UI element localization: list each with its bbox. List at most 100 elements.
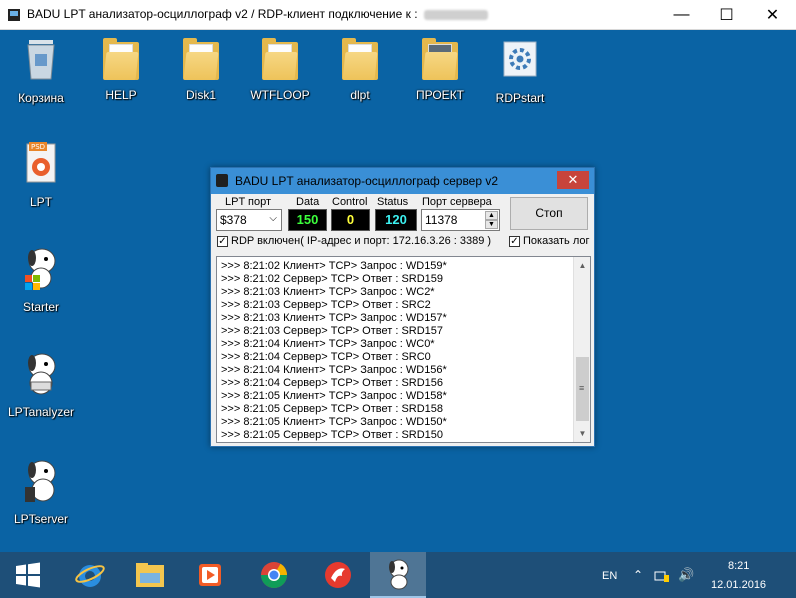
stop-button[interactable]: Стоп xyxy=(510,197,588,230)
app-title: BADU LPT анализатор-осциллограф сервер v… xyxy=(235,174,499,188)
desktop-icon-label: Disk1 xyxy=(185,88,216,102)
recycle-bin-icon xyxy=(27,40,55,80)
svg-text:PSD: PSD xyxy=(31,143,45,151)
desktop-icon-lptserver[interactable]: LPTserver xyxy=(4,457,78,526)
show-hidden-icons-chevron-up-icon[interactable]: ⌃ xyxy=(633,568,643,582)
rdp-window-titlebar: BADU LPT анализатор-осциллограф v2 / RDP… xyxy=(0,0,796,30)
desktop-icon-rdpstart[interactable]: RDPstart xyxy=(483,36,557,105)
dog-mascot-icon xyxy=(28,353,56,395)
taskbar-media[interactable] xyxy=(182,552,238,598)
log-line: >>> 8:21:04 Сервер> TCP> Ответ : SRD156 xyxy=(221,377,444,389)
language-indicator[interactable]: EN xyxy=(602,570,617,582)
folder-icon xyxy=(338,36,382,82)
desktop-icon-label: HELP xyxy=(105,88,137,102)
scroll-down-arrow-icon[interactable]: ▼ xyxy=(574,425,590,442)
log-line: >>> 8:21:04 Клиент> TCP> Запрос : WD156* xyxy=(221,364,447,376)
show-log-label: Показать лог xyxy=(523,235,590,247)
app-titlebar[interactable]: BADU LPT анализатор-осциллограф сервер v… xyxy=(211,168,594,194)
desktop-icon-label: dlpt xyxy=(350,88,370,102)
close-button[interactable]: ✕ xyxy=(750,0,795,29)
server-port-value: 11378 xyxy=(425,213,458,227)
desktop-icon-starter[interactable]: Starter xyxy=(4,245,78,314)
checkbox-checked-icon: ✓ xyxy=(509,235,520,247)
maximize-button[interactable]: ☐ xyxy=(704,0,749,29)
folder-icon xyxy=(418,36,462,82)
log-line: >>> 8:21:05 Сервер> TCP> Ответ : SRD158 xyxy=(221,403,444,415)
log-scrollbar[interactable]: ▲ ≡ ▼ xyxy=(573,257,590,442)
log-line: >>> 8:21:03 Сервер> TCP> Ответ : SRC2 xyxy=(221,299,431,311)
taskbar-ie[interactable] xyxy=(62,552,118,598)
minimize-button[interactable]: — xyxy=(659,0,704,29)
grip-icon: ≡ xyxy=(579,383,585,393)
control-display: 0 xyxy=(331,209,370,231)
volume-icon[interactable]: 🔊 xyxy=(678,567,694,583)
show-log-checkbox[interactable]: ✓ Показать лог xyxy=(509,235,590,247)
folder-icon xyxy=(179,36,223,82)
terminal-app-icon xyxy=(8,9,20,21)
log-line: >>> 8:21:05 Клиент> TCP> Запрос : WD158* xyxy=(221,390,447,402)
scroll-up-arrow-icon[interactable]: ▲ xyxy=(574,257,590,274)
log-listbox[interactable]: >>> 8:21:02 Клиент> TCP> Запрос : WD159*… xyxy=(216,256,591,443)
desktop-icon-label: LPT xyxy=(29,195,52,209)
folder-icon xyxy=(99,36,143,82)
desktop-icon-label: LPTserver xyxy=(13,512,69,526)
taskbar-redbird[interactable] xyxy=(310,552,366,598)
desktop-icon-lpt[interactable]: PSD LPT xyxy=(4,140,78,209)
windows-logo-icon xyxy=(16,562,40,588)
taskbar-explorer[interactable] xyxy=(122,552,178,598)
redbird-app-icon xyxy=(325,562,351,588)
log-lines: >>> 8:21:02 Клиент> TCP> Запрос : WD159*… xyxy=(221,260,447,442)
log-line: >>> 8:21:02 Сервер> TCP> Ответ : SRD159 xyxy=(221,273,444,285)
remote-desktop: Корзина HELP Disk1 WTFLOOP dlpt ПРОЕКТ R… xyxy=(0,30,796,552)
desktop-icon-recycle-bin[interactable]: Корзина xyxy=(4,36,78,105)
desktop-icon-wtfloop[interactable]: WTFLOOP xyxy=(243,36,317,102)
file-explorer-icon xyxy=(136,563,164,587)
data-display: 150 xyxy=(288,209,327,231)
app-icon xyxy=(216,174,228,187)
clock-time[interactable]: 8:21 xyxy=(728,560,749,572)
chrome-icon xyxy=(260,562,288,589)
desktop-icon-label: Starter xyxy=(22,300,59,314)
chevron-down-icon: ⌵ xyxy=(269,213,277,224)
window-title: BADU LPT анализатор-осциллограф v2 / RDP… xyxy=(27,7,488,21)
app-close-button[interactable]: ✕ xyxy=(557,171,589,189)
desktop-icon-disk1[interactable]: Disk1 xyxy=(164,36,238,102)
rdp-enabled-checkbox[interactable]: ✓ RDP включен( IP-адрес и порт: 172.16.3… xyxy=(217,235,491,247)
taskbar-chrome[interactable] xyxy=(246,552,302,598)
clock-date[interactable]: 12.01.2016 xyxy=(711,579,766,591)
desktop-icon-label: LPTanalyzer xyxy=(7,405,75,419)
server-port-stepper[interactable]: 11378 ▲ ▼ xyxy=(421,209,500,231)
stepper-down-button[interactable]: ▼ xyxy=(485,220,498,229)
desktop-icon-dlpt[interactable]: dlpt xyxy=(323,36,397,102)
scrollbar-thumb[interactable]: ≡ xyxy=(576,357,589,421)
lpt-port-label: LPT порт xyxy=(225,196,272,208)
status-label: Status xyxy=(377,196,409,208)
dog-mascot-icon xyxy=(25,248,56,290)
stepper-up-button[interactable]: ▲ xyxy=(485,211,498,220)
lpt-port-value: $378 xyxy=(220,213,247,227)
log-line: >>> 8:21:04 Клиент> TCP> Запрос : WC0* xyxy=(221,338,435,350)
log-line: >>> 8:21:04 Сервер> TCP> Ответ : SRC0 xyxy=(221,351,431,363)
lpt-server-window: BADU LPT анализатор-осциллограф сервер v… xyxy=(210,167,595,447)
taskbar-lptserver[interactable] xyxy=(370,552,426,598)
desktop-icon-lptanalyzer[interactable]: LPTanalyzer xyxy=(4,350,78,419)
log-line: >>> 8:21:05 Сервер> TCP> Ответ : SRD150 xyxy=(221,429,444,441)
internet-explorer-icon xyxy=(75,565,105,587)
data-label: Data xyxy=(296,196,320,208)
rdp-enabled-label: RDP включен( IP-адрес и порт: 172.16.3.2… xyxy=(231,235,492,247)
lpt-port-select[interactable]: $378 ⌵ xyxy=(216,209,282,231)
desktop-icon-label: ПРОЕКТ xyxy=(415,88,465,102)
desktop-icon-help[interactable]: HELP xyxy=(84,36,158,102)
desktop-icon-proekt[interactable]: ПРОЕКТ xyxy=(403,36,477,102)
checkbox-checked-icon: ✓ xyxy=(217,235,228,247)
blurred-address xyxy=(423,9,488,20)
network-icon[interactable] xyxy=(654,569,670,583)
log-line: >>> 8:21:03 Сервер> TCP> Ответ : SRD157 xyxy=(221,325,444,337)
desktop-icon-label: WTFLOOP xyxy=(250,88,310,102)
log-line: >>> 8:21:02 Клиент> TCP> Запрос : WD159* xyxy=(221,260,447,272)
media-player-icon xyxy=(199,564,221,586)
desktop-icon-label: RDPstart xyxy=(495,91,545,105)
start-button[interactable] xyxy=(0,552,56,598)
taskbar: EN ⌃ 🔊 8:21 12.01.2016 xyxy=(0,552,796,598)
folder-icon xyxy=(258,36,302,82)
